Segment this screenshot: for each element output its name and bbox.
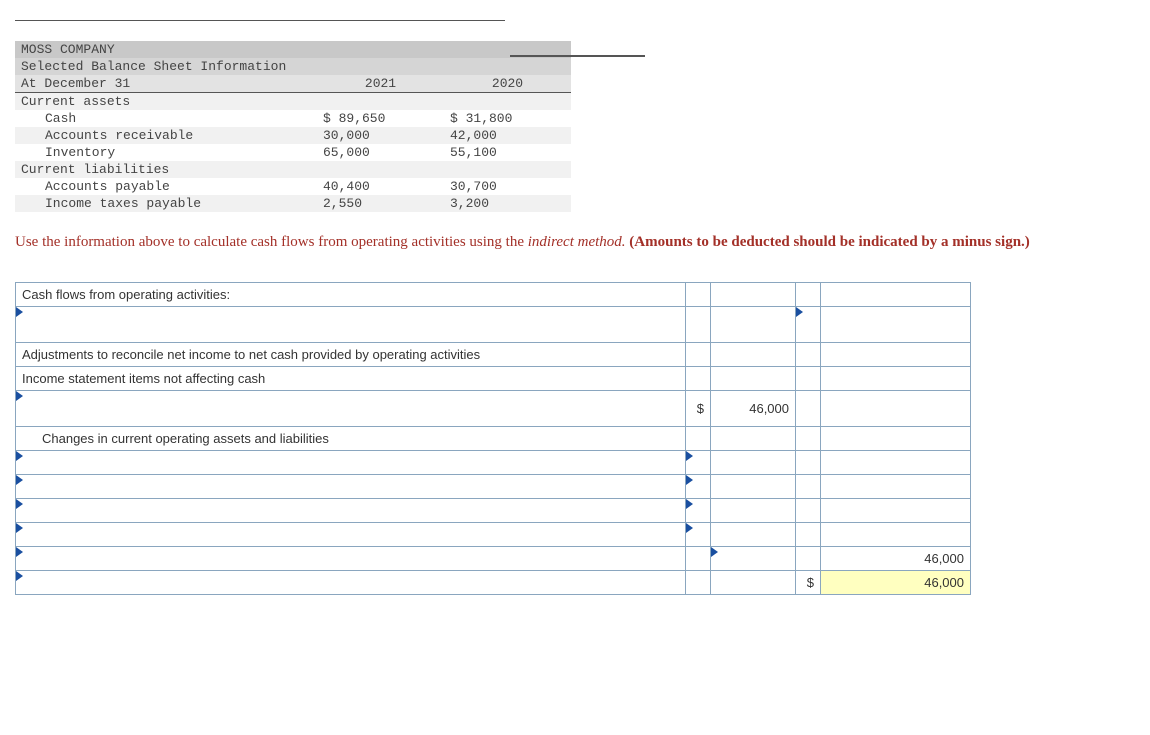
ws-dropdown[interactable]	[16, 451, 686, 475]
ws-dropdown[interactable]	[686, 451, 711, 475]
cell[interactable]	[821, 523, 971, 547]
row-ap-label: Accounts payable	[15, 178, 317, 195]
ws-dropdown[interactable]	[686, 523, 711, 547]
cell[interactable]	[686, 571, 711, 595]
row-itp-label: Income taxes payable	[15, 195, 317, 212]
cell[interactable]	[711, 451, 796, 475]
cell[interactable]	[821, 427, 971, 451]
company-name: MOSS COMPANY	[15, 41, 571, 58]
balance-sheet-table: MOSS COMPANY Selected Balance Sheet Info…	[15, 41, 571, 212]
cell[interactable]	[686, 343, 711, 367]
ws-header: Cash flows from operating activities:	[16, 283, 686, 307]
ws-total-sym: $	[796, 571, 821, 595]
underline-rule	[510, 55, 645, 57]
instruction-part1: Use the information above to calculate c…	[15, 234, 528, 250]
ws-dropdown[interactable]	[16, 547, 686, 571]
row-inv-2021: 65,000	[317, 144, 444, 161]
cell[interactable]	[796, 367, 821, 391]
cell[interactable]	[686, 367, 711, 391]
ws-changes: Changes in current operating assets and …	[16, 427, 686, 451]
cell[interactable]	[796, 547, 821, 571]
ws-amount1-sym: $	[686, 391, 711, 427]
ws-dropdown[interactable]	[686, 475, 711, 499]
cell[interactable]	[686, 283, 711, 307]
sheet-title: Selected Balance Sheet Information	[15, 58, 571, 75]
ws-dropdown[interactable]	[16, 499, 686, 523]
instruction-bold: (Amounts to be deducted should be indica…	[626, 234, 1030, 250]
cell[interactable]	[796, 391, 821, 427]
cell[interactable]	[821, 283, 971, 307]
cell[interactable]	[821, 307, 971, 343]
cell[interactable]	[686, 547, 711, 571]
cell[interactable]	[821, 475, 971, 499]
row-ar-2020: 42,000	[444, 127, 571, 144]
cell[interactable]	[711, 475, 796, 499]
cell[interactable]	[796, 427, 821, 451]
ws-total-val[interactable]: 46,000	[821, 571, 971, 595]
ws-dropdown[interactable]	[16, 475, 686, 499]
cell[interactable]	[821, 391, 971, 427]
section-current-assets: Current assets	[15, 93, 317, 111]
row-inv-2020: 55,100	[444, 144, 571, 161]
ws-dropdown[interactable]	[711, 547, 796, 571]
instruction-text: Use the information above to calculate c…	[15, 232, 1135, 252]
top-rule	[15, 20, 505, 21]
row-ap-2021: 40,400	[317, 178, 444, 195]
cell[interactable]	[711, 307, 796, 343]
ws-dropdown[interactable]	[16, 391, 686, 427]
year-2021: 2021	[317, 75, 444, 93]
row-cash-2021: $ 89,650	[317, 110, 444, 127]
ws-subtotal[interactable]: 46,000	[821, 547, 971, 571]
cell[interactable]	[796, 499, 821, 523]
cell[interactable]	[821, 499, 971, 523]
cell[interactable]	[711, 427, 796, 451]
year-2020: 2020	[444, 75, 571, 93]
cell[interactable]	[711, 523, 796, 547]
row-itp-2021: 2,550	[317, 195, 444, 212]
cell[interactable]	[711, 499, 796, 523]
worksheet-table: Cash flows from operating activities: Ad…	[15, 282, 971, 595]
row-ap-2020: 30,700	[444, 178, 571, 195]
cell[interactable]	[711, 367, 796, 391]
row-cash-2020: $ 31,800	[444, 110, 571, 127]
row-cash-label: Cash	[15, 110, 317, 127]
cell[interactable]	[686, 427, 711, 451]
cell[interactable]	[711, 571, 796, 595]
ws-adjustments: Adjustments to reconcile net income to n…	[16, 343, 686, 367]
cell[interactable]	[821, 367, 971, 391]
row-itp-2020: 3,200	[444, 195, 571, 212]
cell[interactable]	[796, 451, 821, 475]
section-current-liabilities: Current liabilities	[15, 161, 317, 178]
cell[interactable]	[821, 343, 971, 367]
ws-not-affecting: Income statement items not affecting cas…	[16, 367, 686, 391]
cell[interactable]	[796, 283, 821, 307]
ws-dropdown[interactable]	[16, 571, 686, 595]
cell[interactable]	[796, 343, 821, 367]
ws-dropdown[interactable]	[16, 307, 686, 343]
ws-dropdown[interactable]	[16, 523, 686, 547]
cell[interactable]	[711, 343, 796, 367]
row-ar-2021: 30,000	[317, 127, 444, 144]
cell[interactable]	[796, 523, 821, 547]
cell[interactable]	[711, 283, 796, 307]
date-label: At December 31	[15, 75, 317, 93]
row-inv-label: Inventory	[15, 144, 317, 161]
ws-dropdown[interactable]	[686, 499, 711, 523]
cell[interactable]	[821, 451, 971, 475]
row-ar-label: Accounts receivable	[15, 127, 317, 144]
cell[interactable]	[686, 307, 711, 343]
instruction-italic: indirect method.	[528, 234, 626, 250]
cell[interactable]	[796, 475, 821, 499]
ws-amount1-val[interactable]: 46,000	[711, 391, 796, 427]
ws-dropdown[interactable]	[796, 307, 821, 343]
